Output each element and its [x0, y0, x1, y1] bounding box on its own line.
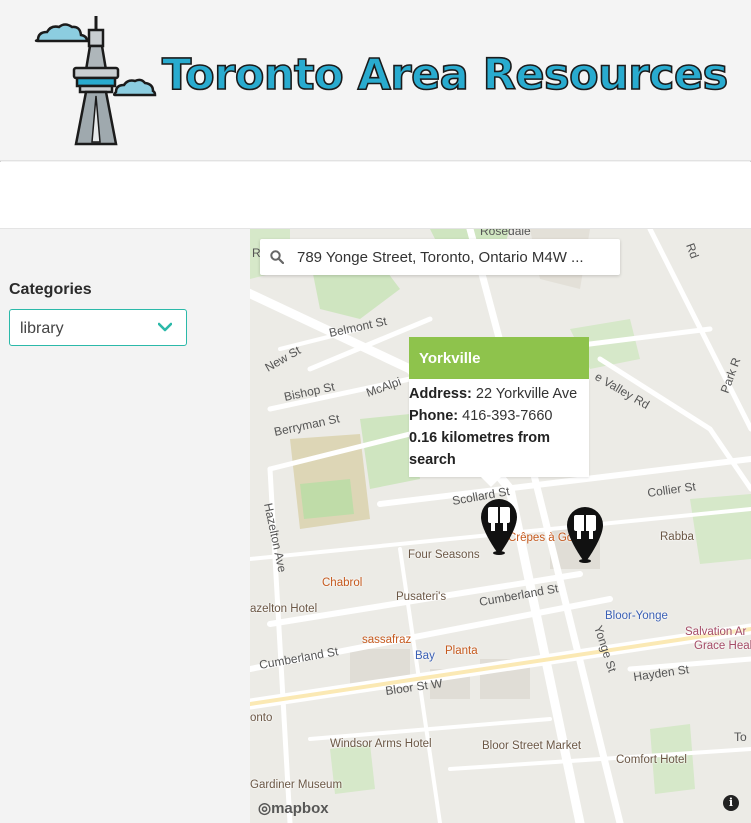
popup-phone: Phone: 416-393-7660 [409, 405, 588, 427]
popup-address-value: 22 Yorkville Ave [475, 386, 578, 402]
popup-distance-text: 0.16 kilometres from search [409, 430, 551, 468]
category-select-value: library [20, 320, 64, 337]
chevron-down-icon [158, 322, 172, 332]
poi-planta[interactable]: Planta [445, 645, 478, 657]
mapbox-logo-icon: ◎ [258, 800, 272, 817]
poi-chabrol[interactable]: Chabrol [322, 577, 362, 589]
popup-body: Address: 22 Yorkville Ave Phone: 416-393… [409, 379, 589, 477]
site-header: Toronto Area Resources [0, 0, 751, 161]
popup-title: Yorkville [409, 337, 589, 379]
map-view[interactable]: Rosedale Rd Belmont St New St Bishop St … [250, 229, 751, 823]
popup-address-label: Address: [409, 386, 472, 402]
map-search-box [260, 239, 620, 275]
poi-sassafraz[interactable]: sassafraz [362, 634, 411, 646]
poi-bay[interactable]: Bay [415, 650, 435, 662]
poi-bloor-street-market[interactable]: Bloor Street Market [482, 740, 581, 752]
info-icon[interactable]: i [723, 795, 739, 811]
poi-bloor-yonge[interactable]: Bloor-Yonge [605, 610, 668, 622]
map-search-input[interactable] [295, 239, 615, 275]
poi-four-seasons[interactable]: Four Seasons [408, 549, 480, 561]
poi-grace-health[interactable]: Grace Heal [694, 640, 751, 652]
poi-pusateris[interactable]: Pusateri's [396, 591, 446, 603]
poi-gardiner-museum[interactable]: Gardiner Museum [250, 779, 342, 791]
mapbox-logo[interactable]: ◎mapbox [258, 799, 329, 817]
popup-phone-label: Phone: [409, 408, 459, 424]
street-label-to: To [734, 730, 747, 744]
popup-distance: 0.16 kilometres from search [409, 427, 588, 471]
header-band [0, 162, 751, 229]
cn-tower-icon [34, 16, 157, 146]
popup-tip [481, 477, 501, 487]
poi-windsor-arms[interactable]: Windsor Arms Hotel [330, 738, 432, 750]
popup-address: Address: 22 Yorkville Ave [409, 383, 588, 405]
categories-label: Categories [9, 281, 92, 298]
poi-comfort-hotel[interactable]: Comfort Hotel [616, 754, 687, 766]
search-icon [270, 250, 284, 264]
poi-rabba[interactable]: Rabba [660, 531, 694, 543]
location-popup: Yorkville Address: 22 Yorkville Ave Phon… [409, 337, 589, 487]
library-marker-icon[interactable] [565, 505, 605, 565]
poi-salvation-army[interactable]: Salvation Ar [685, 626, 746, 638]
poi-ontario[interactable]: onto [250, 712, 272, 724]
poi-hazelton-hotel[interactable]: azelton Hotel [250, 603, 317, 615]
site-title: Toronto Area Resources [161, 49, 729, 101]
category-select[interactable]: library [9, 309, 187, 346]
library-marker-icon[interactable] [479, 497, 519, 557]
street-label-rosedale: Rosedale [480, 229, 531, 238]
popup-phone-value: 416-393-7660 [462, 408, 553, 424]
mapbox-logo-text: mapbox [271, 800, 329, 817]
